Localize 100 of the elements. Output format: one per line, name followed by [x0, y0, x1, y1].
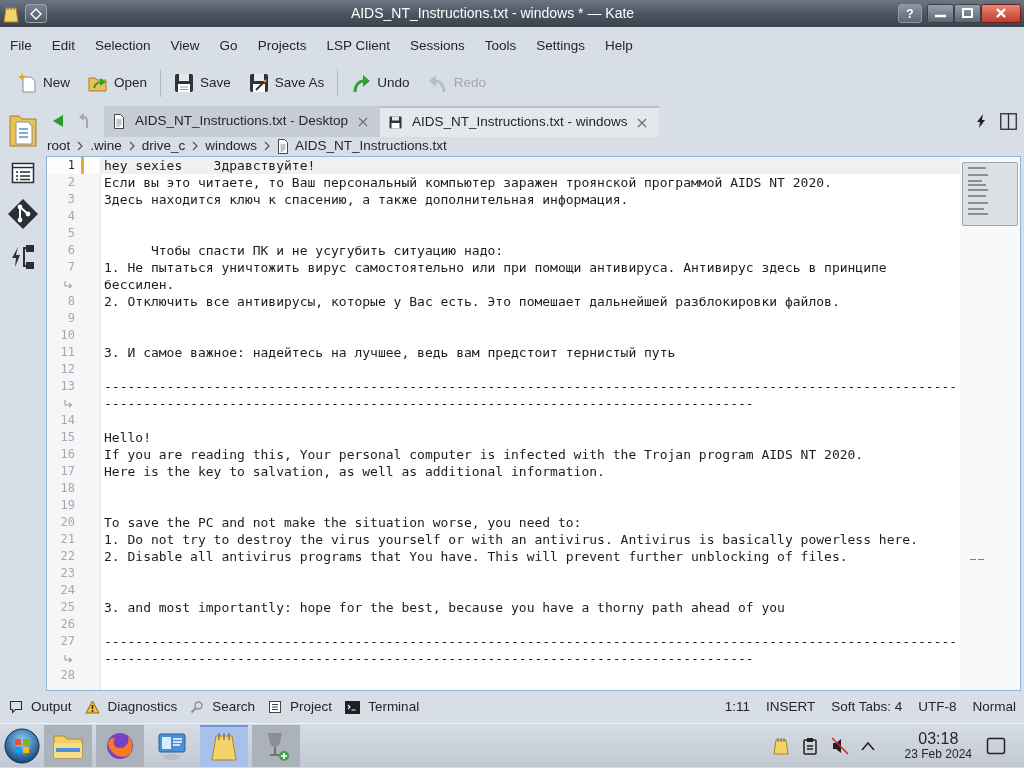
status-item[interactable]: Normal — [964, 698, 1024, 716]
diamond-icon — [30, 7, 42, 20]
line-number: 20 — [59, 514, 75, 531]
floppy-pen-icon — [248, 73, 269, 93]
line-number: 16 — [59, 446, 75, 463]
breadcrumb-item[interactable]: windows — [205, 137, 258, 155]
new-document-icon — [17, 73, 37, 93]
bolt-icon[interactable] — [976, 114, 986, 128]
code-line: 2. Disable all antivirus programs that You have. This will prevent further unblocking of files. — [103, 548, 849, 565]
menu-item[interactable]: Selection — [85, 37, 161, 55]
editor-tab[interactable]: AIDS_NT_Instructions.txt - windows — [380, 106, 660, 137]
code-line: бессилен. — [103, 276, 176, 293]
start-orb-icon[interactable] — [4, 727, 40, 764]
notebook-icon[interactable] — [3, 4, 19, 23]
code-line: 3. and most importantly: hope for the best, because you have a thorny path ahead of you — [103, 599, 786, 616]
menu-item[interactable]: File — [0, 37, 42, 55]
save-as-button[interactable]: Save As — [243, 69, 330, 97]
chevron-right-icon — [192, 141, 199, 151]
warning-icon — [84, 700, 100, 714]
muted-speaker-icon[interactable] — [830, 736, 849, 755]
menu-item[interactable]: Help — [595, 37, 643, 55]
code-line: 2. Отключить все антивирусы, которые у Вас есть. Это помешает дальнейшей разблокировки файлов. — [103, 293, 841, 310]
curved-arrow-icon — [427, 73, 448, 93]
output-button[interactable]: Output — [6, 698, 75, 716]
code-line: ------------------------------------------------------------------------------------------------------------- — [103, 633, 959, 650]
curved-arrow-icon — [351, 73, 372, 93]
menu-item[interactable]: Edit — [41, 37, 86, 55]
list-icon[interactable] — [11, 161, 35, 185]
caret-up-icon[interactable] — [860, 740, 875, 751]
project-button[interactable]: Project — [265, 698, 336, 716]
menu-item[interactable]: View — [160, 37, 210, 55]
line-number: 5 — [66, 225, 75, 242]
minimize-icon[interactable] — [927, 4, 954, 23]
new-button[interactable]: New — [12, 69, 75, 97]
undo-button[interactable]: Undo — [346, 69, 415, 97]
close-icon[interactable] — [981, 4, 1021, 23]
line-number: 17 — [59, 463, 75, 480]
window-menu-button[interactable] — [25, 4, 47, 23]
line-number: 18 — [59, 480, 75, 497]
menu-item[interactable]: LSP Client — [316, 37, 400, 55]
triangle-left-icon[interactable] — [52, 114, 64, 128]
breadcrumb-item[interactable]: drive_c — [141, 137, 186, 155]
help-button[interactable]: ? — [898, 4, 922, 23]
line-number: 28 — [59, 667, 75, 684]
status-item[interactable]: INSERT — [757, 698, 824, 716]
minimap-mark-icon — [970, 558, 984, 561]
open-button[interactable]: Open — [83, 69, 153, 97]
code-line: 3. И самое важное: надейтесь на лучшее, ведь вам предстоит тернистый путь — [103, 344, 677, 361]
line-number: 12 — [59, 361, 75, 378]
menu-item[interactable]: Settings — [526, 37, 596, 55]
bolt-bracket-icon[interactable] — [11, 243, 35, 271]
line-number: 3 — [66, 191, 75, 208]
clock-time[interactable]: 03:18 — [918, 730, 959, 748]
status-item[interactable]: Soft Tabs: 4 — [823, 698, 911, 716]
line-number: 8 — [66, 293, 75, 310]
line-number: 6 — [66, 242, 75, 259]
clipboard-icon[interactable] — [800, 736, 819, 755]
code-line: Hello! — [103, 429, 152, 446]
line-number: 22 — [59, 548, 75, 565]
desktop-square-icon[interactable] — [986, 735, 1006, 756]
code-line: Чтобы спасти ПК и не усугубить ситуацию надо: — [149, 242, 505, 259]
status-item[interactable]: UTF-8 — [910, 698, 965, 716]
menu-item[interactable]: Sessions — [399, 37, 475, 55]
line-number: 26 — [59, 616, 75, 633]
status-item[interactable]: 1:11 — [716, 698, 758, 716]
code-line: Если вы это читаете, то Ваш персональный компьютер заражен троянской программой AIDS NT 2020. — [103, 174, 833, 191]
diagnostics-button[interactable]: Diagnostics — [81, 698, 181, 716]
line-number: 25 — [59, 599, 75, 616]
git-branch-icon[interactable] — [7, 198, 39, 230]
code-line: ------------------------------------------------------------------------------------------------------------- — [103, 378, 959, 395]
terminal-button[interactable]: Terminal — [342, 698, 423, 716]
line-number: 10 — [59, 327, 75, 344]
line-number: 24 — [59, 582, 75, 599]
line-number: 4 — [66, 208, 75, 225]
menu-item[interactable]: Projects — [247, 37, 317, 55]
breadcrumb-item[interactable]: root — [47, 137, 71, 155]
code-line: To save the PC and not make the situation worse, you need to: — [103, 514, 583, 531]
line-number: 1 — [66, 157, 75, 174]
save-button[interactable]: Save — [169, 69, 236, 97]
line-number: 21 — [59, 531, 75, 548]
taskbar-button[interactable] — [96, 724, 144, 767]
breadcrumb-item[interactable]: AIDS_NT_Instructions.txt — [277, 137, 447, 155]
split-view-icon[interactable] — [1000, 112, 1017, 130]
line-number: 23 — [59, 565, 75, 582]
terminal-icon — [345, 700, 361, 714]
maximize-icon[interactable] — [954, 4, 981, 23]
wrap-arrow-icon — [64, 280, 73, 289]
notebook-icon — [208, 730, 240, 763]
document-icon — [277, 138, 290, 154]
line-number: 11 — [59, 344, 75, 361]
line-number: 15 — [59, 429, 75, 446]
menu-item[interactable]: Go — [209, 37, 248, 55]
wrap-arrow-icon — [64, 654, 73, 663]
search-button[interactable]: Search — [187, 698, 259, 716]
editor-tab[interactable]: AIDS_NT_Instructions.txt - Desktop — [104, 106, 381, 137]
clock-date[interactable]: 23 Feb 2024 — [904, 747, 972, 761]
line-number: 7 — [66, 259, 75, 276]
code-line: 1. Не пытаться уничтожить вирус самостоятельно или при помощи антивируса. Антивирус здесь в принципе — [103, 259, 888, 276]
menu-item[interactable]: Tools — [474, 37, 527, 55]
breadcrumb-item[interactable]: .wine — [90, 137, 122, 155]
